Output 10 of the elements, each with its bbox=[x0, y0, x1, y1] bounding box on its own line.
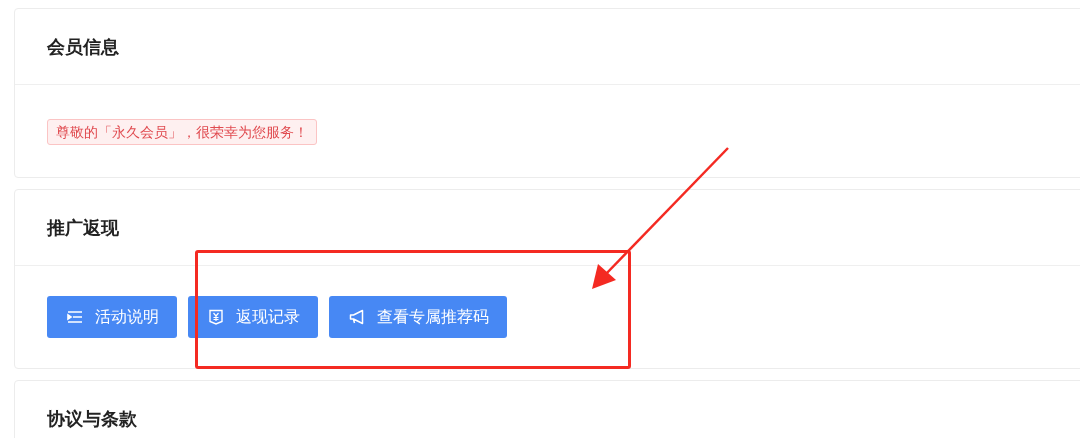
action-button[interactable]: 活动说明 bbox=[47, 296, 177, 338]
section-title: 会员信息 bbox=[47, 34, 119, 59]
list-icon bbox=[67, 309, 83, 325]
action-button[interactable]: 查看专属推荐码 bbox=[329, 296, 507, 338]
action-button[interactable]: 返现记录 bbox=[188, 296, 318, 338]
section-title: 推广返现 bbox=[47, 215, 119, 240]
yuan-voucher-icon bbox=[208, 309, 224, 325]
section-title: 协议与条款 bbox=[47, 406, 137, 431]
member-tag: 尊敬的「永久会员」，很荣幸为您服务！ bbox=[47, 119, 317, 145]
megaphone-icon bbox=[349, 309, 365, 325]
